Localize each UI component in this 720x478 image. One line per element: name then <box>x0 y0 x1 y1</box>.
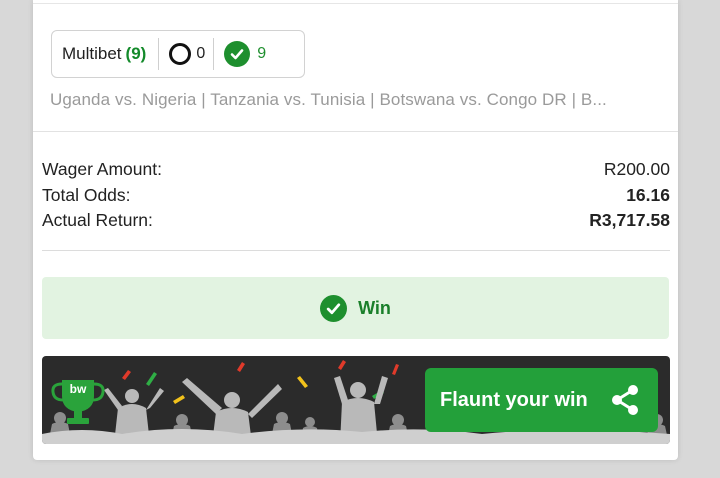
flaunt-label: Flaunt your win <box>440 388 588 411</box>
match-list[interactable]: Uganda vs. Nigeria | Tanzania vs. Tunisi… <box>50 90 665 110</box>
win-status-banner: Win <box>42 277 669 339</box>
odds-row: Total Odds: 16.16 <box>42 185 670 209</box>
won-legs-count: 9 <box>257 45 267 62</box>
multibet-label: Multibet (9) <box>62 44 147 63</box>
open-legs-icon <box>169 43 192 65</box>
wager-row: Wager Amount: R200.00 <box>42 159 670 183</box>
multibet-summary-box[interactable]: Multibet (9) 0 9 <box>51 30 305 78</box>
check-circle-icon <box>320 294 348 322</box>
divider <box>213 38 215 70</box>
open-legs-count: 0 <box>196 45 206 62</box>
return-row: Actual Return: R3,717.58 <box>42 210 670 234</box>
wager-value: R200.00 <box>603 159 670 179</box>
won-legs-check-icon <box>224 41 251 67</box>
top-divider <box>33 3 678 4</box>
multibet-count: (9) <box>125 44 147 63</box>
odds-label: Total Odds: <box>42 185 131 205</box>
return-value: R3,717.58 <box>589 210 670 230</box>
divider <box>158 38 160 70</box>
return-label: Actual Return: <box>42 210 153 230</box>
odds-value: 16.16 <box>626 185 670 205</box>
flaunt-your-win-button[interactable]: Flaunt your win <box>425 368 658 432</box>
wager-label: Wager Amount: <box>42 159 162 179</box>
section-divider <box>33 131 678 132</box>
share-icon <box>612 385 638 415</box>
logo-text: bw <box>69 382 87 396</box>
flaunt-banner[interactable]: bw Flaunt your win <box>42 356 670 444</box>
summary-divider <box>42 250 670 251</box>
win-label: Win <box>358 297 391 318</box>
bet-card: Multibet (9) 0 9 Uganda vs. Nigeria | Tan… <box>33 0 678 460</box>
